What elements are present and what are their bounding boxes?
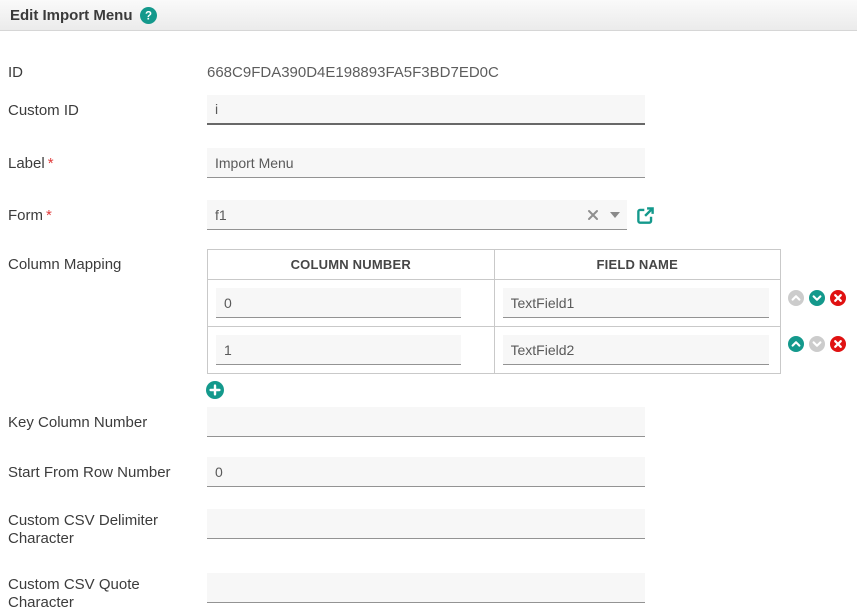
id-value: 668C9FDA390D4E198893FA5F3BD7ED0C	[207, 57, 499, 81]
form-select[interactable]: f1	[207, 200, 627, 230]
column-mapping-label: Column Mapping	[8, 249, 207, 274]
panel-header: Edit Import Menu ?	[0, 0, 857, 31]
label-input[interactable]	[207, 148, 645, 178]
move-down-icon	[809, 336, 825, 352]
csv-quote-label: Custom CSV Quote Character	[8, 573, 207, 612]
custom-id-input[interactable]	[207, 95, 645, 125]
field-row-csv-delimiter: Custom CSV Delimiter Character	[8, 509, 857, 548]
start-row-label: Start From Row Number	[8, 457, 207, 482]
mapping-row	[208, 327, 781, 374]
field-row-key-column: Key Column Number	[8, 407, 857, 437]
field-row-form: Form* f1	[8, 200, 857, 230]
form-select-value: f1	[215, 207, 227, 223]
add-row-button[interactable]	[206, 381, 224, 399]
id-label: ID	[8, 57, 207, 82]
plus-circle-icon	[206, 381, 224, 399]
form-label: Form*	[8, 200, 207, 225]
column-number-input-1[interactable]	[216, 335, 461, 365]
field-row-csv-quote: Custom CSV Quote Character	[8, 573, 857, 612]
mapping-row	[208, 280, 781, 327]
custom-id-label: Custom ID	[8, 95, 207, 120]
external-link-icon[interactable]	[636, 206, 655, 225]
csv-quote-input[interactable]	[207, 573, 645, 603]
page-title: Edit Import Menu	[10, 7, 133, 24]
column-number-header: COLUMN NUMBER	[208, 250, 495, 280]
row-actions-1	[788, 336, 846, 352]
svg-text:?: ?	[144, 10, 151, 22]
help-icon[interactable]: ?	[140, 7, 157, 24]
move-up-icon	[788, 290, 804, 306]
csv-delimiter-input[interactable]	[207, 509, 645, 539]
delete-row-icon[interactable]	[830, 336, 846, 352]
move-up-icon[interactable]	[788, 336, 804, 352]
field-name-header: FIELD NAME	[494, 250, 781, 280]
caret-down-icon[interactable]	[610, 212, 620, 218]
key-column-label: Key Column Number	[8, 407, 207, 432]
field-row-id: ID 668C9FDA390D4E198893FA5F3BD7ED0C	[8, 57, 857, 82]
clear-icon[interactable]	[587, 209, 599, 221]
field-name-input-0[interactable]	[503, 288, 770, 318]
move-down-icon[interactable]	[809, 290, 825, 306]
field-row-label: Label*	[8, 148, 857, 178]
key-column-input[interactable]	[207, 407, 645, 437]
start-row-input[interactable]	[207, 457, 645, 487]
field-row-column-mapping: Column Mapping COLUMN NUMBER FIELD NAME	[8, 249, 857, 399]
delete-row-icon[interactable]	[830, 290, 846, 306]
label-label: Label*	[8, 148, 207, 173]
csv-delimiter-label: Custom CSV Delimiter Character	[8, 509, 207, 548]
column-mapping-grid: COLUMN NUMBER FIELD NAME	[207, 249, 781, 399]
column-number-input-0[interactable]	[216, 288, 461, 318]
required-asterisk: *	[46, 207, 52, 224]
field-row-custom-id: Custom ID	[8, 95, 857, 125]
required-asterisk: *	[48, 155, 54, 172]
field-name-input-1[interactable]	[503, 335, 770, 365]
field-row-start-row: Start From Row Number	[8, 457, 857, 487]
edit-import-menu-form: ID 668C9FDA390D4E198893FA5F3BD7ED0C Cust…	[0, 57, 857, 612]
row-actions-0	[788, 290, 846, 306]
